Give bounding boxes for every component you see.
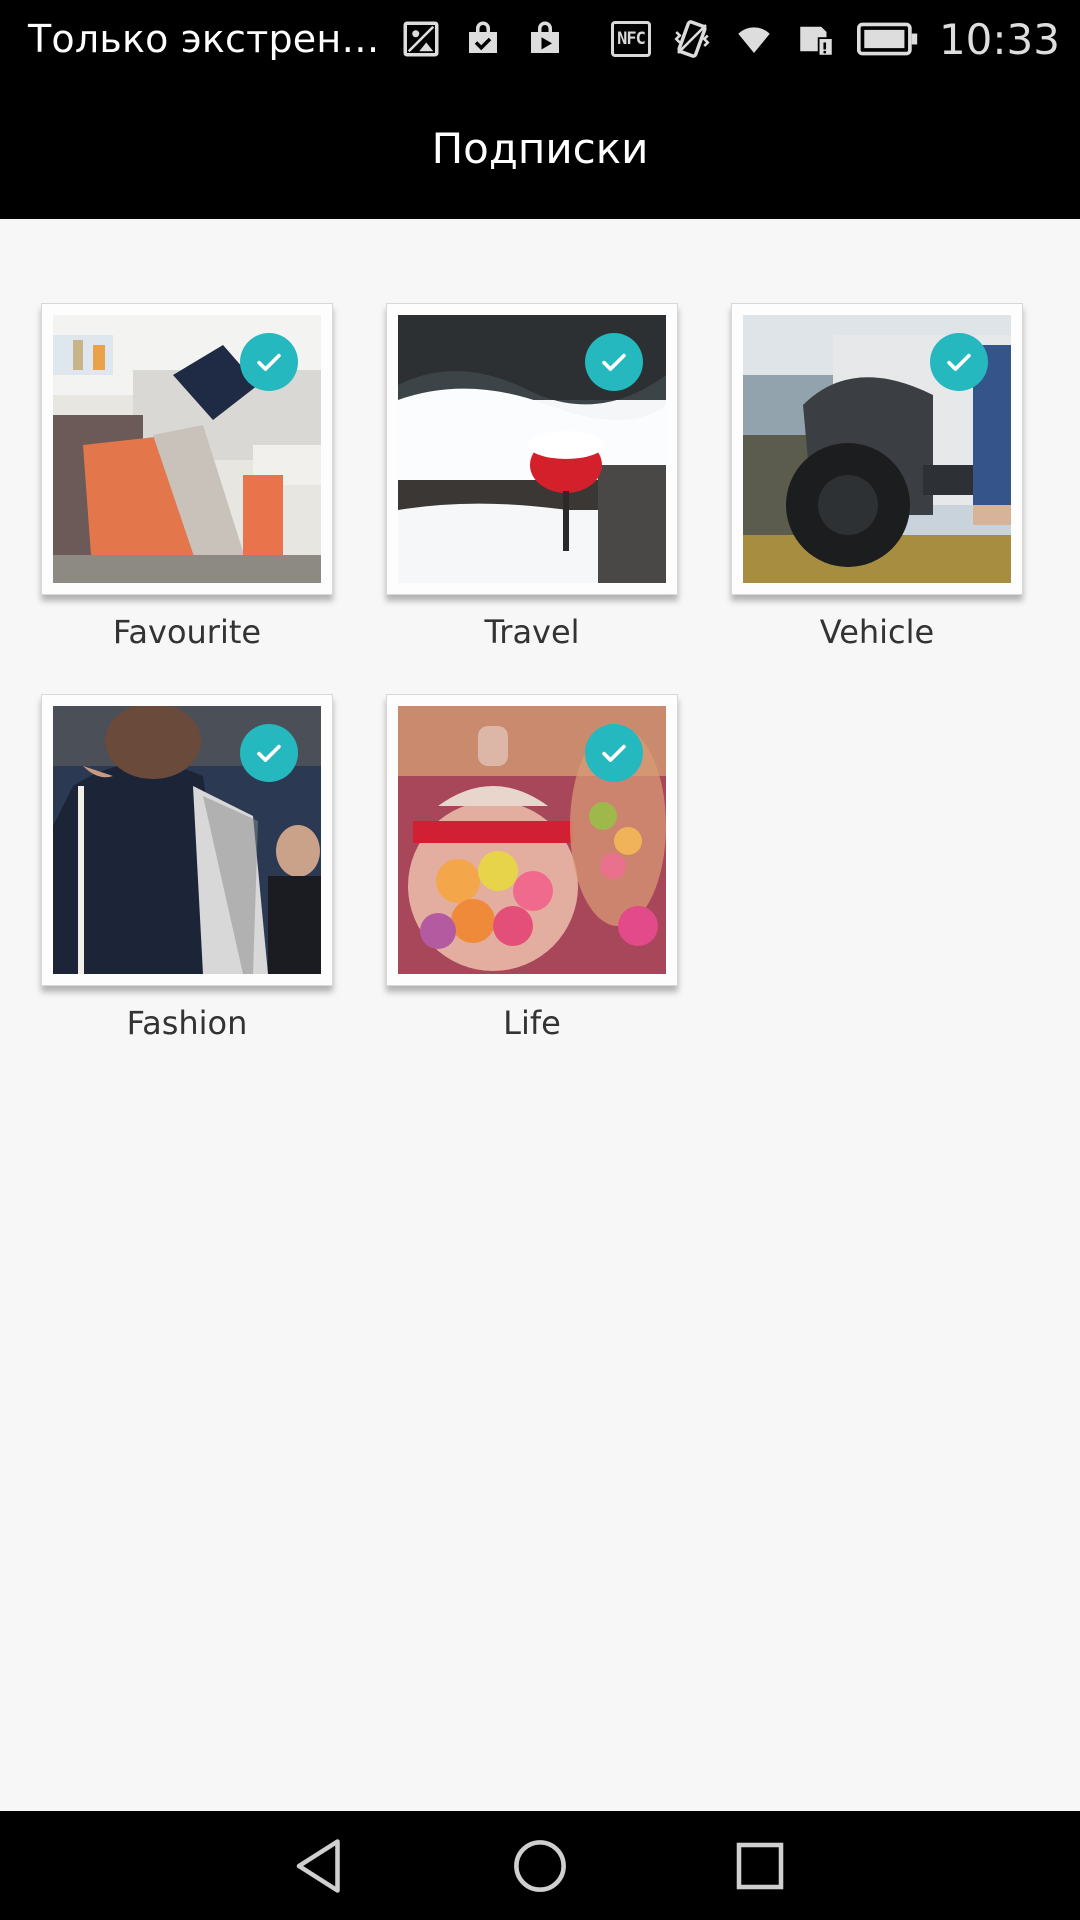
shopping-bag-check-icon xyxy=(462,18,504,60)
checkmark-icon[interactable] xyxy=(240,333,298,391)
sim-icon xyxy=(795,18,837,60)
tile-label: Travel xyxy=(484,613,580,651)
tile-label: Favourite xyxy=(112,613,262,651)
nfc-icon: NFC xyxy=(610,21,651,57)
tile-frame xyxy=(386,303,678,595)
checkmark-icon[interactable] xyxy=(585,333,643,391)
title-bar: Подписки xyxy=(0,78,1080,219)
tile-label: Fashion xyxy=(126,1004,248,1042)
image-icon xyxy=(400,18,442,60)
battery-icon xyxy=(856,18,919,60)
tile-label: Life xyxy=(503,1004,561,1042)
tile-frame xyxy=(41,303,333,595)
recents-button[interactable] xyxy=(720,1826,800,1906)
back-button[interactable] xyxy=(280,1826,360,1906)
checkmark-icon[interactable] xyxy=(930,333,988,391)
back-icon xyxy=(296,1838,340,1893)
home-icon xyxy=(514,1839,566,1892)
vibrate-icon xyxy=(671,18,713,60)
home-button[interactable] xyxy=(500,1826,580,1906)
tile-label: Vehicle xyxy=(819,613,935,651)
status-carrier-text: Только экстрен… xyxy=(28,17,380,61)
checkmark-icon[interactable] xyxy=(240,724,298,782)
status-bar: Только экстрен… NFC 10:33 xyxy=(0,0,1080,78)
wifi-icon xyxy=(733,18,775,60)
navigation-bar xyxy=(0,1811,1080,1920)
tile-frame xyxy=(386,694,678,986)
tile-frame xyxy=(731,303,1023,595)
play-store-icon xyxy=(524,18,566,60)
tile-frame xyxy=(41,694,333,986)
recents-icon xyxy=(736,1842,784,1889)
status-time: 10:33 xyxy=(938,14,1060,64)
checkmark-icon[interactable] xyxy=(585,724,643,782)
page-title: Подписки xyxy=(431,124,649,173)
